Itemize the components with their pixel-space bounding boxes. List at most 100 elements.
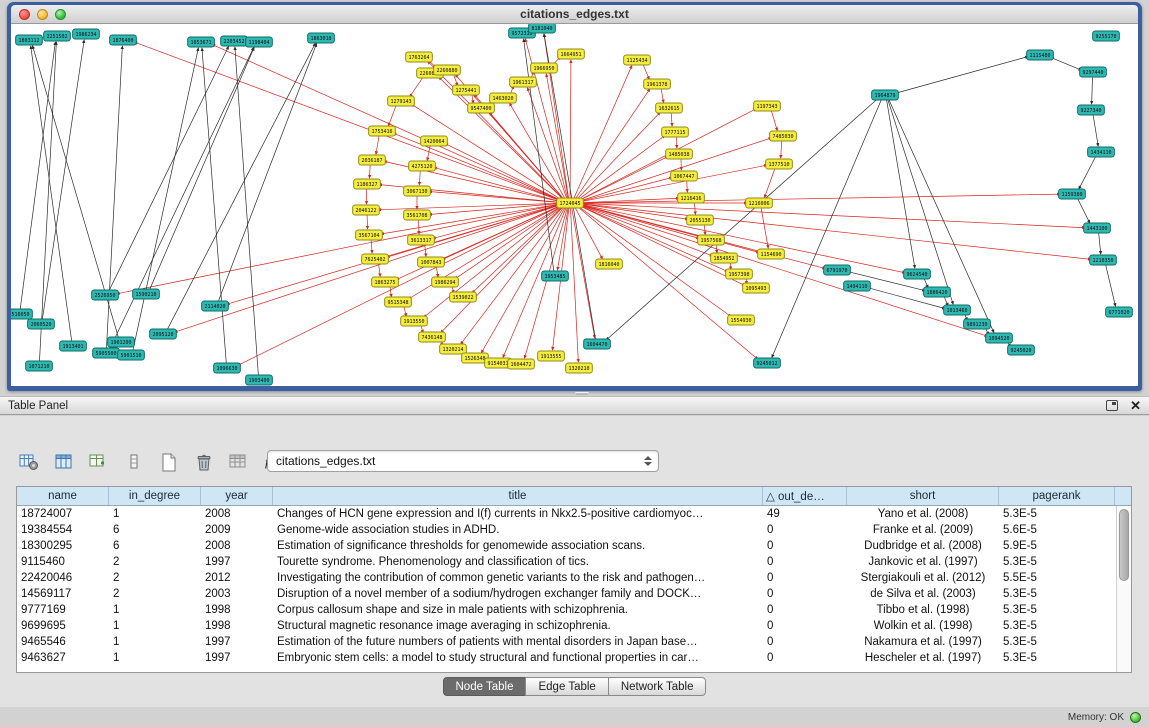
- network-node-yellow[interactable]: 1957568: [698, 235, 725, 245]
- network-node-yellow[interactable]: 7436148: [419, 332, 446, 342]
- network-edge[interactable]: [579, 204, 905, 273]
- network-node-teal[interactable]: 1159380: [1059, 189, 1086, 199]
- network-edge[interactable]: [410, 76, 424, 96]
- network-node-yellow[interactable]: 1539022: [450, 292, 477, 302]
- network-edge[interactable]: [411, 104, 562, 200]
- table-row[interactable]: 2242004622012Investigating the contribut…: [17, 570, 1116, 586]
- network-node-teal[interactable]: 2060520: [28, 319, 55, 329]
- network-node-teal[interactable]: 1863018: [308, 33, 335, 43]
- maximize-window-icon[interactable]: [55, 9, 66, 20]
- select-columns-icon[interactable]: [53, 451, 75, 473]
- network-edge[interactable]: [238, 205, 562, 365]
- network-edge[interactable]: [579, 177, 673, 201]
- network-edge[interactable]: [218, 44, 316, 302]
- network-edge[interactable]: [578, 156, 668, 200]
- network-edge[interactable]: [489, 112, 564, 199]
- network-edge[interactable]: [419, 171, 420, 185]
- network-node-teal[interactable]: 6771020: [1106, 307, 1133, 317]
- network-node-yellow[interactable]: 1216006: [746, 198, 773, 208]
- network-edge[interactable]: [445, 143, 562, 200]
- network-edge[interactable]: [376, 136, 379, 155]
- network-node-teal[interactable]: 1604470: [584, 339, 611, 349]
- network-edge[interactable]: [442, 205, 562, 260]
- network-node-yellow[interactable]: 3613317: [408, 235, 435, 245]
- tab-network-table[interactable]: Network Table: [608, 677, 707, 696]
- network-node-yellow[interactable]: 1420064: [421, 136, 448, 146]
- network-node-yellow[interactable]: 1753416: [369, 126, 396, 136]
- table-row[interactable]: 911546021997Tourette syndrome. Phenomeno…: [17, 554, 1116, 570]
- network-node-yellow[interactable]: 1197343: [754, 101, 781, 111]
- network-edge[interactable]: [671, 113, 672, 126]
- network-node-yellow[interactable]: 1966950: [531, 63, 558, 73]
- network-edge[interactable]: [771, 110, 777, 130]
- network-node-yellow[interactable]: 9547400: [468, 103, 495, 113]
- network-node-teal[interactable]: 2251502: [44, 31, 71, 41]
- network-node-teal[interactable]: 1876400: [110, 35, 137, 45]
- network-edge[interactable]: [378, 203, 561, 210]
- column-header-year[interactable]: year: [201, 487, 273, 505]
- network-node-teal[interactable]: 1434110: [1088, 147, 1115, 157]
- network-node-teal[interactable]: 1115480: [1027, 50, 1054, 60]
- network-edge[interactable]: [503, 208, 566, 358]
- network-node-teal[interactable]: 1013460: [944, 305, 971, 315]
- network-edge[interactable]: [575, 89, 650, 199]
- network-edge[interactable]: [1077, 198, 1090, 223]
- network-edge[interactable]: [434, 167, 562, 201]
- network-node-yellow[interactable]: 1854952: [711, 253, 738, 263]
- network-node-yellow[interactable]: 7485030: [770, 131, 797, 141]
- network-node-yellow[interactable]: 1957398: [726, 269, 753, 279]
- network-node-teal[interactable]: 2114020: [202, 301, 229, 311]
- network-node-yellow[interactable]: 1275441: [453, 85, 480, 95]
- table-row[interactable]: 1872400712008Changes of HCN gene express…: [17, 506, 1116, 522]
- network-node-yellow[interactable]: 9515348: [385, 297, 412, 307]
- network-edge[interactable]: [1106, 265, 1116, 306]
- table-row[interactable]: 969969511998Structural magnetic resonanc…: [17, 618, 1116, 634]
- table-scrollbar[interactable]: [1116, 506, 1131, 672]
- network-node-yellow[interactable]: 1007843: [418, 257, 445, 267]
- network-edge[interactable]: [572, 208, 595, 338]
- network-node-teal[interactable]: 8181040: [529, 24, 556, 33]
- network-node-teal[interactable]: 2516050: [11, 309, 32, 319]
- table-row[interactable]: 946554611997Estimation of the future num…: [17, 634, 1116, 650]
- network-edge[interactable]: [544, 34, 595, 339]
- network-edge[interactable]: [235, 47, 258, 375]
- network-edge[interactable]: [643, 64, 650, 80]
- network-edge[interactable]: [524, 39, 554, 271]
- tab-edge-table[interactable]: Edge Table: [525, 677, 608, 696]
- network-edge[interactable]: [371, 240, 372, 253]
- network-node-yellow[interactable]: 4275120: [409, 161, 436, 171]
- network-node-yellow[interactable]: 1154690: [758, 249, 785, 259]
- network-edge[interactable]: [761, 208, 768, 248]
- network-node-teal[interactable]: 1053671: [188, 37, 215, 47]
- table-mode-icon[interactable]: [18, 451, 40, 473]
- network-node-yellow[interactable]: 1913555: [538, 351, 565, 361]
- network-node-yellow[interactable]: 1863275: [372, 277, 399, 287]
- network-node-teal[interactable]: 1986234: [73, 29, 100, 39]
- add-column-icon[interactable]: [88, 451, 110, 473]
- network-node-teal[interactable]: 2203452: [221, 36, 248, 46]
- table-selector-dropdown[interactable]: citations_edges.txt: [267, 450, 659, 472]
- network-node-teal[interactable]: 9624540: [904, 269, 931, 279]
- network-node-teal[interactable]: 5901510: [118, 350, 145, 360]
- network-edge[interactable]: [524, 208, 567, 358]
- network-node-yellow[interactable]: 2055130: [687, 215, 714, 225]
- network-node-yellow[interactable]: 1777115: [662, 127, 689, 137]
- network-edge[interactable]: [109, 46, 228, 290]
- network-node-yellow[interactable]: 3567104: [356, 230, 383, 240]
- network-node-yellow[interactable]: 1664951: [558, 49, 585, 59]
- network-node-yellow[interactable]: 2036187: [359, 155, 386, 165]
- network-edge[interactable]: [388, 105, 396, 126]
- scrollbar-thumb[interactable]: [1119, 509, 1129, 581]
- network-edge[interactable]: [418, 220, 419, 234]
- network-edge[interactable]: [110, 47, 254, 348]
- network-node-teal[interactable]: 9245012: [754, 358, 781, 368]
- table-row[interactable]: 946362711997Embryonic stem cells: a mode…: [17, 650, 1116, 666]
- column-header-pagerank[interactable]: pagerank: [999, 487, 1115, 505]
- network-node-yellow[interactable]: 1279143: [388, 96, 415, 106]
- network-canvas[interactable]: 1724045226083812791431753416203618711863…: [11, 24, 1138, 386]
- network-edge[interactable]: [546, 74, 568, 198]
- column-header-title[interactable]: title: [273, 487, 763, 505]
- network-node-teal[interactable]: 1964879: [872, 90, 899, 100]
- network-node-teal[interactable]: 1903400: [246, 375, 273, 385]
- network-node-teal[interactable]: 1901200: [108, 337, 135, 347]
